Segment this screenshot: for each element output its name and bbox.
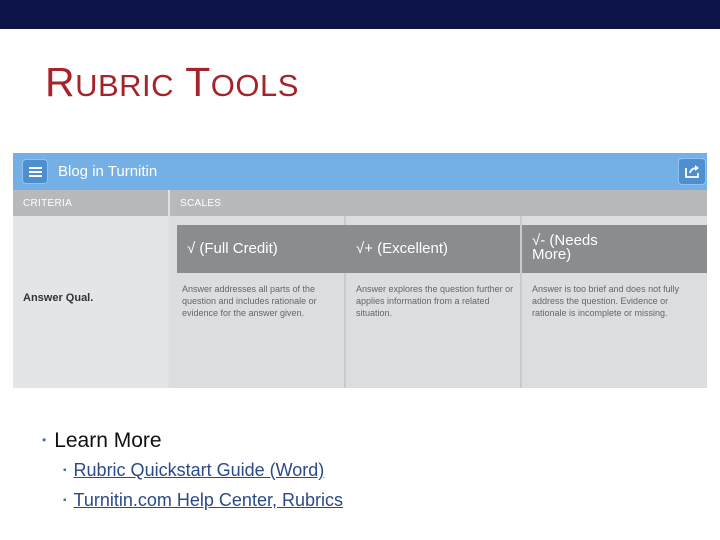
criteria-header: CRITERIA (13, 190, 168, 216)
help-center-link[interactable]: Turnitin.com Help Center, Rubrics (74, 490, 343, 510)
sub-bullet: ▪ Rubric Quickstart Guide (Word) (63, 459, 324, 485)
scale-description: Answer is too brief and does not fully a… (532, 284, 680, 318)
title-first-rest: UBRIC (75, 68, 175, 103)
app-title: Blog in Turnitin (58, 163, 158, 180)
scale-label: √ (Full Credit) (187, 240, 278, 257)
scales-header-label: SCALES (180, 198, 222, 209)
scale-full-credit-button[interactable]: √ (Full Credit) (177, 225, 346, 273)
scales-area: √ (Full Credit) Answer addresses all par… (170, 216, 707, 388)
scale-needs-more-button[interactable]: √- (Needs More) (522, 225, 707, 273)
criteria-cell: Answer Qual. (13, 216, 168, 388)
learn-more-label: Learn More (54, 429, 162, 452)
title-second-cap: T (185, 59, 211, 105)
rubric-screenshot: Blog in Turnitin CRITERIA SCALES Answer … (13, 153, 707, 388)
title-first-cap: R (45, 59, 76, 105)
list-menu-icon[interactable] (22, 159, 48, 184)
title-second-rest: OOLS (210, 68, 299, 103)
learn-more-bullet: • Learn More (42, 428, 162, 456)
quickstart-guide-link[interactable]: Rubric Quickstart Guide (Word) (74, 460, 325, 480)
top-bar (0, 0, 720, 29)
slide-title: RUBRIC TOOLS (45, 58, 299, 110)
scale-label: √- (Needs More) (532, 232, 598, 263)
scale-column: √ (Full Credit) Answer addresses all par… (170, 216, 346, 388)
bullet-square: ▪ (63, 495, 67, 506)
criterion-label: Answer Qual. (23, 292, 94, 304)
app-header: Blog in Turnitin (13, 153, 707, 190)
scale-column: √+ (Excellent) Answer explores the quest… (346, 216, 522, 388)
sub-bullet: ▪ Turnitin.com Help Center, Rubrics (63, 489, 343, 515)
bullet-square: ▪ (63, 465, 67, 476)
criteria-header-label: CRITERIA (23, 198, 73, 209)
scales-header: SCALES (170, 190, 707, 216)
scale-description: Answer addresses all parts of the questi… (182, 284, 317, 318)
scale-excellent-button[interactable]: √+ (Excellent) (346, 225, 520, 273)
scale-description: Answer explores the question further or … (356, 284, 514, 318)
bullet-dot: • (42, 433, 47, 447)
scale-column: √- (Needs More) Answer is too brief and … (522, 216, 707, 388)
share-icon[interactable] (678, 158, 706, 185)
scale-label: √+ (Excellent) (356, 240, 449, 257)
